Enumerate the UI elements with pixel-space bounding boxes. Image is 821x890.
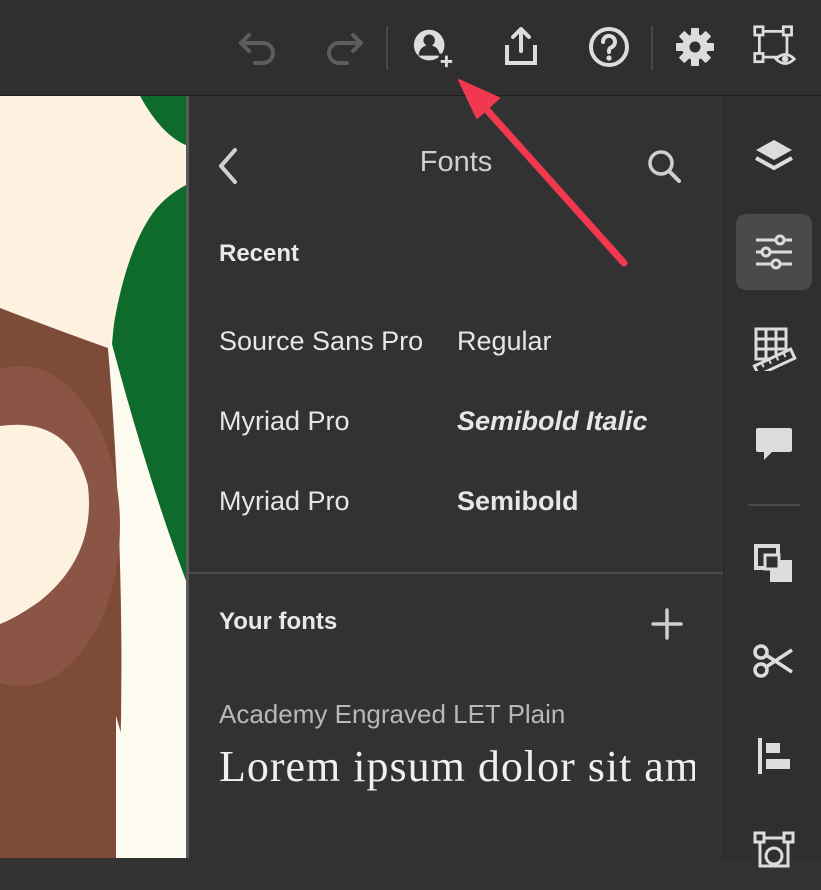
section-divider — [189, 572, 723, 574]
cut-icon[interactable] — [736, 622, 812, 698]
layers-icon[interactable] — [736, 118, 812, 194]
undo-icon[interactable] — [234, 24, 280, 70]
font-name: Source Sans Pro — [219, 326, 424, 356]
artboard-canvas[interactable] — [0, 96, 188, 858]
preview-icon[interactable] — [752, 24, 798, 70]
panel-title: Fonts — [419, 146, 493, 178]
recent-heading: Recent — [219, 240, 300, 267]
invite-icon[interactable] — [410, 24, 456, 70]
comment-icon[interactable] — [736, 406, 812, 482]
mask-icon[interactable] — [736, 814, 812, 890]
share-icon[interactable] — [498, 24, 544, 70]
font-style: Semibold — [457, 486, 579, 516]
rail-divider — [748, 504, 800, 506]
redo-icon[interactable] — [322, 24, 368, 70]
font-name: Myriad Pro — [219, 486, 350, 516]
arrange-icon[interactable] — [736, 526, 812, 602]
add-font-button[interactable] — [647, 604, 687, 644]
search-icon — [648, 150, 681, 183]
toolbar-divider — [386, 26, 388, 70]
help-icon[interactable] — [586, 24, 632, 70]
plus-icon — [651, 608, 683, 640]
grid-icon[interactable] — [736, 310, 812, 386]
search-button[interactable] — [644, 146, 684, 186]
right-tool-rail — [723, 96, 821, 868]
font-style: Regular — [457, 326, 552, 356]
recent-font-item[interactable]: Source Sans Pro Regular — [219, 326, 699, 366]
settings-icon[interactable] — [672, 24, 718, 70]
recent-font-item[interactable]: Myriad Pro Semibold Italic — [219, 406, 699, 446]
font-preview: Lorem ipsum dolor sit amet — [219, 742, 695, 791]
your-font-name[interactable]: Academy Engraved LET Plain — [219, 699, 565, 730]
your-fonts-heading: Your fonts — [219, 608, 338, 635]
fonts-panel: Fonts Recent Source Sans Pro Regular Myr… — [189, 96, 723, 858]
font-style: Semibold Italic — [457, 406, 648, 436]
toolbar-divider — [651, 26, 653, 70]
top-toolbar — [0, 0, 821, 96]
font-name: Myriad Pro — [219, 406, 350, 436]
recent-font-item[interactable]: Myriad Pro Semibold — [219, 486, 699, 526]
properties-icon[interactable] — [736, 214, 812, 290]
align-icon[interactable] — [736, 718, 812, 794]
artboard-illustration — [0, 96, 188, 858]
